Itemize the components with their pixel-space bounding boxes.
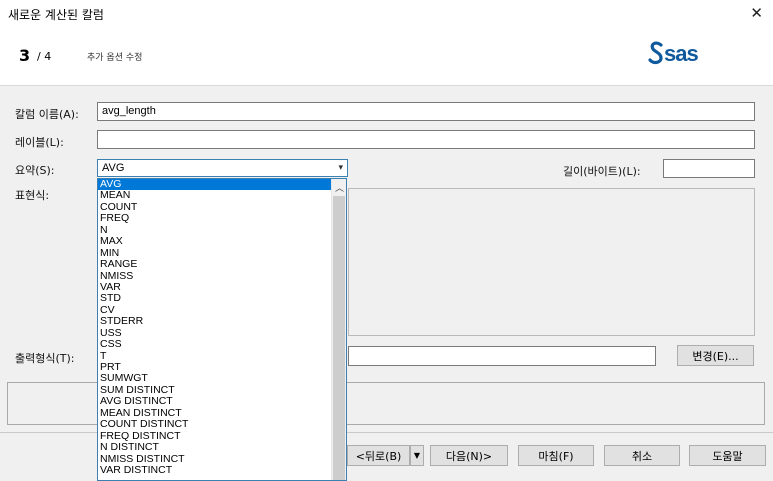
expression-label: 표현식: bbox=[15, 189, 50, 202]
dropdown-option[interactable]: STD bbox=[98, 292, 332, 304]
chevron-down-icon: ▼ bbox=[413, 451, 421, 460]
help-button[interactable]: 도움말 bbox=[689, 445, 766, 466]
dropdown-option[interactable]: T bbox=[98, 350, 332, 362]
summary-label: 요약(S): bbox=[15, 164, 55, 177]
finish-button[interactable]: 마침(F) bbox=[518, 445, 594, 466]
dropdown-option[interactable]: NMISS bbox=[98, 270, 332, 282]
window-title: 새로운 계산된 칼럼 bbox=[8, 8, 104, 22]
back-menu-button[interactable]: ▼ bbox=[410, 445, 424, 466]
expression-box[interactable] bbox=[348, 188, 755, 336]
title-bar: 새로운 계산된 칼럼 ✕ bbox=[0, 0, 773, 26]
next-button[interactable]: 다음(N)> bbox=[430, 445, 508, 466]
label-input[interactable] bbox=[97, 130, 755, 149]
format-label: 출력형식(T): bbox=[15, 352, 75, 365]
dropdown-option[interactable]: VAR bbox=[98, 281, 332, 293]
dropdown-option[interactable]: COUNT bbox=[98, 201, 332, 213]
step-description: 추가 옵션 수정 bbox=[87, 53, 143, 63]
scroll-up-icon[interactable]: ︿ bbox=[332, 179, 346, 195]
summary-select[interactable]: AVG ▾ bbox=[97, 159, 348, 177]
dropdown-option[interactable]: USS bbox=[98, 327, 332, 339]
change-button[interactable]: 변경(E)... bbox=[677, 345, 754, 366]
format-input[interactable] bbox=[348, 346, 656, 366]
summary-dropdown-list[interactable]: AVG MEAN COUNT FREQ N MAX MIN RANGE NMISS VAR STD C… bbox=[97, 178, 347, 481]
sas-logo-text: sas bbox=[664, 41, 699, 66]
label-label: 레이블(L): bbox=[15, 136, 64, 149]
step-current: 3 bbox=[19, 46, 31, 65]
back-button[interactable]: <뒤로(B) bbox=[347, 445, 410, 466]
cancel-button[interactable]: 취소 bbox=[604, 445, 680, 466]
scroll-thumb[interactable] bbox=[333, 196, 345, 480]
dropdown-option[interactable]: STDERR bbox=[98, 315, 332, 327]
dropdown-options: AVG MEAN COUNT FREQ N MAX MIN RANGE NMISS VAR STD C… bbox=[98, 179, 332, 476]
dropdown-option[interactable]: MAX bbox=[98, 235, 332, 247]
dropdown-option[interactable]: N DISTINCT bbox=[98, 441, 332, 453]
dropdown-scrollbar[interactable]: ︿ bbox=[331, 179, 346, 480]
dropdown-option[interactable]: CSS bbox=[98, 338, 332, 350]
dropdown-option[interactable]: FREQ bbox=[98, 212, 332, 224]
dropdown-option[interactable]: COUNT DISTINCT bbox=[98, 418, 332, 430]
step-total: / 4 bbox=[37, 50, 52, 63]
dropdown-option[interactable]: N bbox=[98, 224, 332, 236]
close-icon[interactable]: ✕ bbox=[750, 4, 763, 22]
chevron-down-icon: ▾ bbox=[338, 162, 343, 172]
length-label: 길이(바이트)(L): bbox=[563, 165, 641, 178]
wizard-header: 3 / 4 추가 옵션 수정 sas bbox=[0, 26, 773, 86]
column-name-input[interactable]: avg_length bbox=[97, 102, 755, 121]
summary-selected-value: AVG bbox=[102, 162, 125, 174]
length-input[interactable] bbox=[663, 159, 755, 178]
dropdown-option[interactable]: VAR DISTINCT bbox=[98, 464, 332, 476]
dropdown-option[interactable]: AVG bbox=[98, 179, 332, 191]
column-name-label: 칼럼 이름(A): bbox=[15, 108, 79, 121]
dropdown-option[interactable]: RANGE bbox=[98, 258, 332, 270]
